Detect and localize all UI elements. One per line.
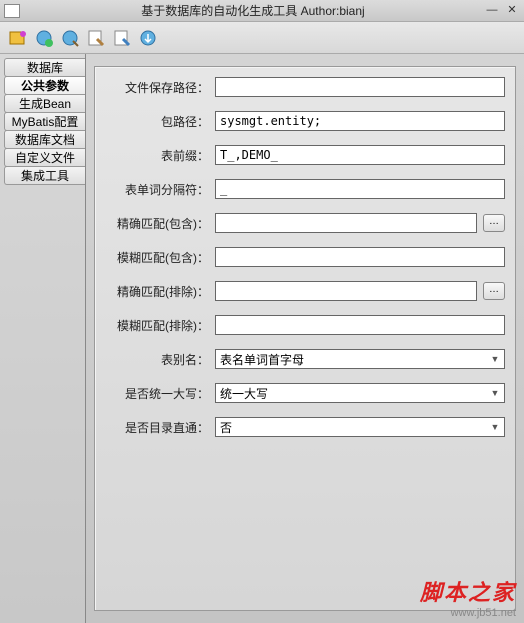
toolbar-btn-2[interactable] [32, 26, 56, 50]
toolbar-btn-1[interactable] [6, 26, 30, 50]
label-exact-include: 精确匹配(包含)： [105, 215, 215, 232]
chevron-down-icon: ▼ [488, 422, 502, 432]
tab-database[interactable]: 数据库 [4, 58, 85, 77]
tab-public-params[interactable]: 公共参数 [4, 76, 85, 95]
input-fuzzy-include[interactable] [215, 247, 505, 267]
label-fuzzy-exclude: 模糊匹配(排除)： [105, 317, 215, 334]
label-table-alias: 表别名： [105, 351, 215, 368]
toolbar-btn-3[interactable] [58, 26, 82, 50]
label-dir-passthrough: 是否目录直通： [105, 419, 215, 436]
watermark-url: www.jb51.net [420, 607, 516, 619]
minimize-button[interactable]: — [484, 4, 500, 18]
label-word-separator: 表单词分隔符： [105, 181, 215, 198]
app-icon [4, 4, 20, 18]
chevron-down-icon: ▼ [488, 354, 502, 364]
chevron-down-icon: ▼ [488, 388, 502, 398]
window-title: 基于数据库的自动化生成工具 Author:bianj [26, 2, 480, 19]
select-dir-passthrough-value: 否 [220, 419, 232, 436]
tab-bean[interactable]: 生成Bean [4, 94, 85, 113]
close-button[interactable]: ✕ [504, 4, 520, 18]
input-table-prefix[interactable] [215, 145, 505, 165]
label-file-save-path: 文件保存路径： [105, 79, 215, 96]
main-area: 数据库 公共参数 生成Bean MyBatis配置 数据库文档 自定义文件 集成… [0, 54, 524, 623]
select-dir-passthrough[interactable]: 否 ▼ [215, 417, 505, 437]
input-fuzzy-exclude[interactable] [215, 315, 505, 335]
tab-mybatis[interactable]: MyBatis配置 [4, 112, 85, 131]
input-exact-exclude[interactable] [215, 281, 477, 301]
tab-custom-file[interactable]: 自定义文件 [4, 148, 85, 167]
toolbar [0, 22, 524, 54]
browse-exact-exclude[interactable]: … [483, 282, 505, 300]
input-file-save-path[interactable] [215, 77, 505, 97]
label-table-prefix: 表前缀： [105, 147, 215, 164]
form-panel: 文件保存路径： 包路径： 表前缀： 表单词分隔符： 精确匹配(包含)： … [94, 66, 516, 611]
input-package-path[interactable] [215, 111, 505, 131]
input-exact-include[interactable] [215, 213, 477, 233]
label-exact-exclude: 精确匹配(排除)： [105, 283, 215, 300]
select-table-alias-value: 表名单词首字母 [220, 351, 304, 368]
title-bar: 基于数据库的自动化生成工具 Author:bianj — ✕ [0, 0, 524, 22]
label-uppercase: 是否统一大写： [105, 385, 215, 402]
tab-integration[interactable]: 集成工具 [4, 166, 85, 185]
select-uppercase[interactable]: 统一大写 ▼ [215, 383, 505, 403]
sidebar: 数据库 公共参数 生成Bean MyBatis配置 数据库文档 自定义文件 集成… [0, 54, 86, 623]
watermark: 脚本之家 www.jb51.net [420, 575, 516, 619]
content-area: 文件保存路径： 包路径： 表前缀： 表单词分隔符： 精确匹配(包含)： … [86, 54, 524, 623]
input-word-separator[interactable] [215, 179, 505, 199]
label-fuzzy-include: 模糊匹配(包含)： [105, 249, 215, 266]
browse-exact-include[interactable]: … [483, 214, 505, 232]
label-package-path: 包路径： [105, 113, 215, 130]
select-table-alias[interactable]: 表名单词首字母 ▼ [215, 349, 505, 369]
toolbar-btn-4[interactable] [84, 26, 108, 50]
toolbar-btn-6[interactable] [136, 26, 160, 50]
toolbar-btn-5[interactable] [110, 26, 134, 50]
select-uppercase-value: 统一大写 [220, 385, 268, 402]
tab-db-doc[interactable]: 数据库文档 [4, 130, 85, 149]
watermark-text: 脚本之家 [420, 575, 516, 607]
